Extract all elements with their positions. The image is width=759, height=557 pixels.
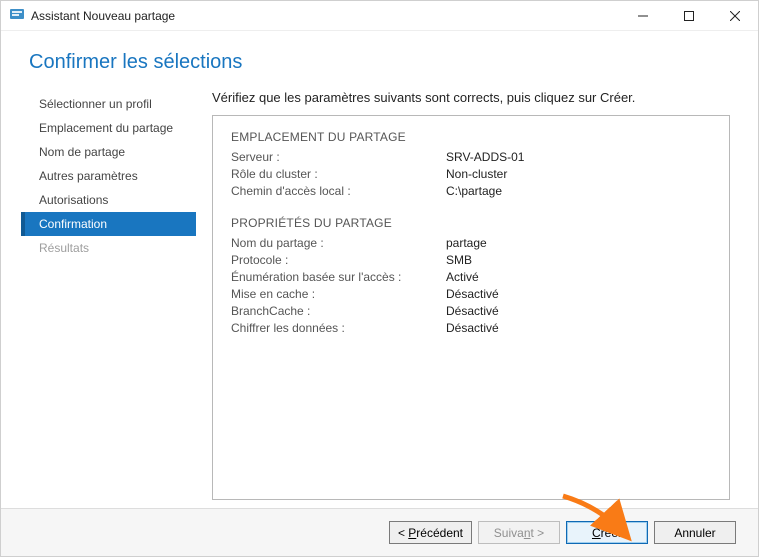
- create-button[interactable]: Créer: [566, 521, 648, 544]
- property-key: Énumération basée sur l'accès :: [231, 270, 446, 284]
- confirmation-details: EMPLACEMENT DU PARTAGE Serveur :SRV-ADDS…: [212, 115, 730, 500]
- window-title: Assistant Nouveau partage: [9, 6, 620, 25]
- property-row: Protocole :SMB: [231, 253, 711, 267]
- property-key: BranchCache :: [231, 304, 446, 318]
- previous-button[interactable]: < Précédent: [389, 521, 472, 544]
- wizard-step[interactable]: Confirmation: [21, 212, 196, 236]
- property-key: Serveur :: [231, 150, 446, 164]
- property-value: SRV-ADDS-01: [446, 150, 524, 164]
- section-share-properties: Nom du partage :partageProtocole :SMBÉnu…: [231, 236, 711, 335]
- property-value: Non-cluster: [446, 167, 507, 181]
- main-content: Vérifiez que les paramètres suivants son…: [196, 88, 730, 500]
- close-button[interactable]: [712, 1, 758, 31]
- cancel-button[interactable]: Annuler: [654, 521, 736, 544]
- property-key: Chiffrer les données :: [231, 321, 446, 335]
- wizard-step[interactable]: Autres paramètres: [21, 164, 196, 188]
- property-row: Chemin d'accès local :C:\partage: [231, 184, 711, 198]
- property-value: Désactivé: [446, 321, 499, 335]
- next-button: Suivant >: [478, 521, 560, 544]
- property-value: partage: [446, 236, 487, 250]
- property-row: Chiffrer les données :Désactivé: [231, 321, 711, 335]
- property-key: Rôle du cluster :: [231, 167, 446, 181]
- property-key: Protocole :: [231, 253, 446, 267]
- minimize-button[interactable]: [620, 1, 666, 31]
- maximize-button[interactable]: [666, 1, 712, 31]
- property-value: Désactivé: [446, 304, 499, 318]
- section-share-properties-title: PROPRIÉTÉS DU PARTAGE: [231, 216, 711, 230]
- app-icon: [9, 6, 25, 25]
- wizard-steps-sidebar: Sélectionner un profilEmplacement du par…: [21, 88, 196, 500]
- property-row: Rôle du cluster :Non-cluster: [231, 167, 711, 181]
- titlebar: Assistant Nouveau partage: [1, 1, 758, 31]
- header: Confirmer les sélections: [1, 31, 758, 88]
- property-key: Nom du partage :: [231, 236, 446, 250]
- property-row: Nom du partage :partage: [231, 236, 711, 250]
- wizard-step[interactable]: Nom de partage: [21, 140, 196, 164]
- window-title-text: Assistant Nouveau partage: [31, 9, 175, 23]
- property-key: Chemin d'accès local :: [231, 184, 446, 198]
- wizard-window: Assistant Nouveau partage Confirmer les …: [0, 0, 759, 557]
- instruction-text: Vérifiez que les paramètres suivants son…: [212, 90, 730, 105]
- wizard-step[interactable]: Sélectionner un profil: [21, 92, 196, 116]
- wizard-step[interactable]: Emplacement du partage: [21, 116, 196, 140]
- property-key: Mise en cache :: [231, 287, 446, 301]
- section-share-location-title: EMPLACEMENT DU PARTAGE: [231, 130, 711, 144]
- section-share-location: Serveur :SRV-ADDS-01Rôle du cluster :Non…: [231, 150, 711, 198]
- footer: < Précédent Suivant > Créer Annuler: [1, 508, 758, 556]
- property-row: Serveur :SRV-ADDS-01: [231, 150, 711, 164]
- property-value: SMB: [446, 253, 472, 267]
- body: Sélectionner un profilEmplacement du par…: [1, 88, 758, 508]
- property-row: Énumération basée sur l'accès :Activé: [231, 270, 711, 284]
- property-row: Mise en cache :Désactivé: [231, 287, 711, 301]
- property-value: C:\partage: [446, 184, 502, 198]
- property-value: Désactivé: [446, 287, 499, 301]
- wizard-step[interactable]: Autorisations: [21, 188, 196, 212]
- property-value: Activé: [446, 270, 479, 284]
- page-title: Confirmer les sélections: [29, 51, 758, 74]
- window-controls: [620, 1, 758, 31]
- property-row: BranchCache :Désactivé: [231, 304, 711, 318]
- wizard-step: Résultats: [21, 236, 196, 260]
